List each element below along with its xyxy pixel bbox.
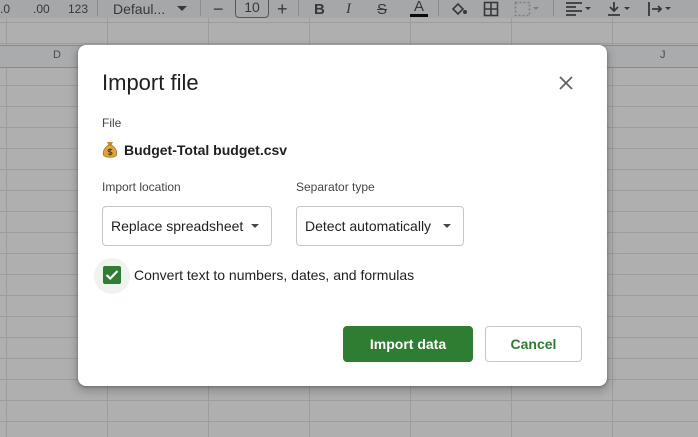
file-label: File [102,116,122,130]
dropdown-caret-icon [443,224,451,228]
dialog-title: Import file [102,70,199,95]
import-data-button[interactable]: Import data [343,326,473,362]
checkmark-icon [105,270,119,281]
convert-text-label[interactable]: Convert text to numbers, dates, and form… [134,267,414,283]
file-name: Budget-Total budget.csv [124,142,288,158]
import-location-select[interactable]: Replace spreadsheet [102,206,272,246]
cancel-button[interactable]: Cancel [485,326,582,362]
file-info: Budget-Total budget.csv [102,141,287,159]
import-location-label: Import location [102,180,181,194]
close-button[interactable] [554,71,578,95]
dropdown-caret-icon [251,224,259,228]
money-bag-icon [102,141,118,159]
import-file-dialog: Import file File Budget-Total budget.csv… [78,45,607,386]
separator-type-select[interactable]: Detect automatically [296,206,464,246]
convert-text-checkbox[interactable] [103,266,121,284]
separator-type-label: Separator type [296,180,375,194]
separator-type-value: Detect automatically [305,218,432,234]
close-icon [559,76,573,90]
import-location-value: Replace spreadsheet [111,218,244,234]
